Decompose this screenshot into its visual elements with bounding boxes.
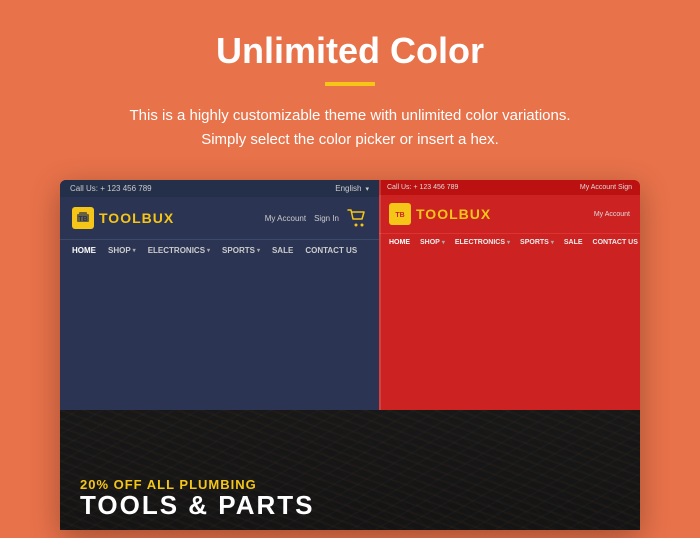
sign-in-link[interactable]: Sign In xyxy=(314,214,339,223)
logo-icon: TB xyxy=(72,207,94,229)
panel-divider xyxy=(379,180,381,410)
right-nav-sale[interactable]: SALE xyxy=(564,239,583,246)
right-logo-text: TOOLBUX xyxy=(416,206,491,222)
page-title: Unlimited Color xyxy=(216,30,484,72)
nav-electronics[interactable]: ELECTRONICS ▾ xyxy=(148,246,210,255)
right-navbar: HOME SHOP ▾ ELECTRONICS ▾ SPORTS ▾ SALE … xyxy=(379,233,640,251)
right-topbar-account: My Account Sign xyxy=(580,184,632,191)
topbar-phone: Call Us: + 123 456 789 xyxy=(70,184,152,193)
promo-panel: 20% OFF ALL PLUMBING TOOLS & PARTS xyxy=(60,410,640,530)
right-topbar-phone: Call Us: + 123 456 789 xyxy=(387,184,458,191)
svg-text:TB: TB xyxy=(78,216,87,223)
cart-icon[interactable] xyxy=(347,209,367,227)
right-topbar: Call Us: + 123 456 789 My Account Sign xyxy=(379,180,640,195)
left-panel: Call Us: + 123 456 789 English ▾ TB xyxy=(60,180,379,410)
right-nav-contact[interactable]: CONTACT US xyxy=(593,239,638,246)
nav-home[interactable]: HOME xyxy=(72,246,96,255)
topbar-language: English xyxy=(335,184,361,193)
topbar-right: English ▾ xyxy=(335,184,369,193)
right-nav-home[interactable]: HOME xyxy=(389,239,410,246)
right-logobar: TB TOOLBUX My Account xyxy=(379,195,640,233)
right-nav-shop[interactable]: SHOP ▾ xyxy=(420,239,445,246)
right-nav-electronics[interactable]: ELECTRONICS ▾ xyxy=(455,239,510,246)
panel-container: Call Us: + 123 456 789 English ▾ TB xyxy=(60,180,640,410)
svg-text:TB: TB xyxy=(395,212,404,219)
right-logo-icon: TB xyxy=(389,203,411,225)
logobar-right: My Account Sign In xyxy=(265,209,367,227)
browser-mockup: Call Us: + 123 456 789 English ▾ TB xyxy=(60,180,640,530)
right-panel: Call Us: + 123 456 789 My Account Sign T… xyxy=(379,180,640,410)
left-logobar: TB TOOLBUX My Account Sign In xyxy=(60,197,379,239)
right-my-account[interactable]: My Account xyxy=(594,211,630,218)
right-logo-area: TB TOOLBUX xyxy=(389,203,491,225)
title-underline xyxy=(325,82,375,86)
my-account-link[interactable]: My Account xyxy=(265,214,306,223)
chevron-down-icon: ▾ xyxy=(365,185,369,193)
left-topbar: Call Us: + 123 456 789 English ▾ xyxy=(60,180,379,197)
logo-text: TOOLBUX xyxy=(99,210,174,226)
subtitle: This is a highly customizable theme with… xyxy=(129,104,570,152)
nav-contact[interactable]: CONTACT US xyxy=(305,246,357,255)
promo-text: 20% OFF ALL PLUMBING TOOLS & PARTS xyxy=(80,477,620,518)
nav-sale[interactable]: SALE xyxy=(272,246,293,255)
promo-line2: TOOLS & PARTS xyxy=(80,492,620,518)
nav-sports[interactable]: SPORTS ▾ xyxy=(222,246,260,255)
right-nav-sports[interactable]: SPORTS ▾ xyxy=(520,239,554,246)
nav-shop[interactable]: SHOP ▾ xyxy=(108,246,136,255)
logo-area: TB TOOLBUX xyxy=(72,207,174,229)
left-navbar: HOME SHOP ▾ ELECTRONICS ▾ SPORTS ▾ SALE … xyxy=(60,239,379,261)
